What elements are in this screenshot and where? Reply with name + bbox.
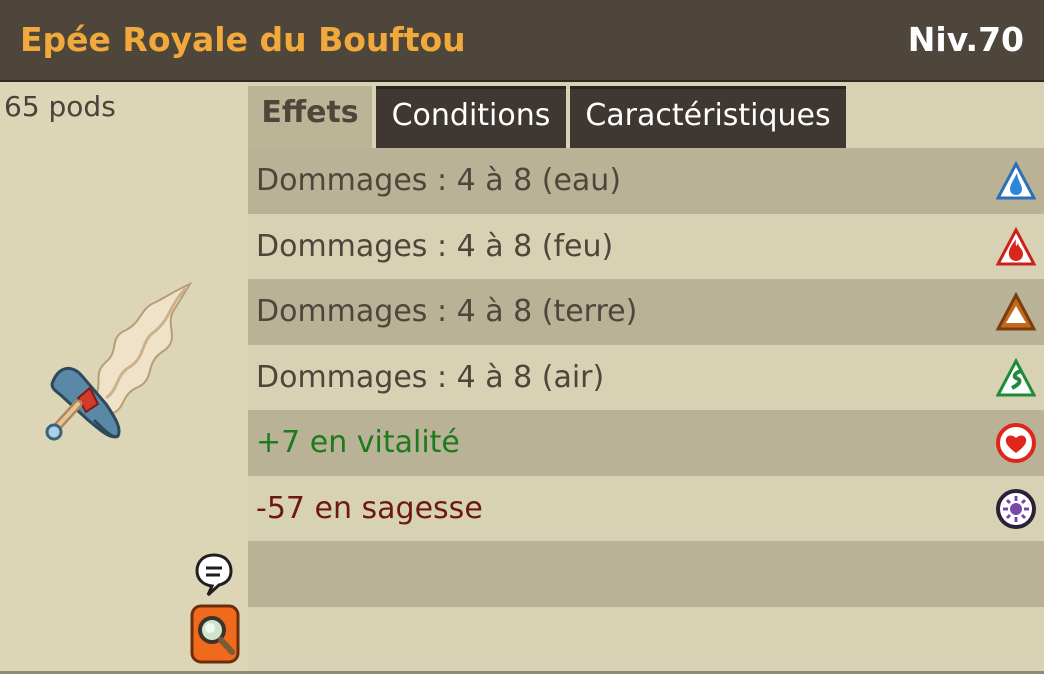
sword-icon bbox=[45, 281, 193, 441]
effect-row-empty bbox=[248, 606, 1044, 672]
effect-row-wisdom: -57 en sagesse bbox=[248, 475, 1044, 541]
item-details-panel: Effets Conditions Caractéristiques Domma… bbox=[248, 82, 1044, 674]
effect-text: Dommages : 4 à 8 (eau) bbox=[256, 163, 622, 198]
effect-row-fire: Dommages : 4 à 8 (feu) bbox=[248, 213, 1044, 279]
tab-effets[interactable]: Effets bbox=[248, 86, 372, 148]
effect-text: Dommages : 4 à 8 (terre) bbox=[256, 294, 638, 329]
item-title: Epée Royale du Bouftou bbox=[20, 20, 466, 59]
fire-icon bbox=[996, 226, 1036, 265]
search-button[interactable] bbox=[190, 604, 240, 664]
wisdom-icon bbox=[996, 488, 1036, 529]
tab-caracteristiques[interactable]: Caractéristiques bbox=[570, 86, 846, 148]
vitality-heart-icon bbox=[996, 423, 1036, 463]
item-level: Niv.70 bbox=[907, 20, 1024, 59]
water-icon bbox=[996, 161, 1036, 200]
effects-list: Dommages : 4 à 8 (eau) Dommages : 4 à 8 … bbox=[248, 148, 1044, 672]
effect-row-vitality: +7 en vitalité bbox=[248, 410, 1044, 476]
effect-row-earth: Dommages : 4 à 8 (terre) bbox=[248, 279, 1044, 345]
effect-text: -57 en sagesse bbox=[256, 490, 483, 526]
tab-conditions[interactable]: Conditions bbox=[376, 86, 566, 148]
earth-icon bbox=[996, 292, 1036, 331]
item-header: Epée Royale du Bouftou Niv.70 bbox=[0, 0, 1044, 82]
details-tabs: Effets Conditions Caractéristiques bbox=[248, 86, 1044, 148]
effect-row-empty bbox=[248, 541, 1044, 607]
effect-text: +7 en vitalité bbox=[256, 425, 460, 460]
item-weight: 65 pods bbox=[4, 90, 116, 123]
effect-text: Dommages : 4 à 8 (feu) bbox=[256, 228, 614, 264]
effect-text: Dommages : 4 à 8 (air) bbox=[256, 359, 605, 395]
effect-row-water: Dommages : 4 à 8 (eau) bbox=[248, 148, 1044, 214]
effect-row-air: Dommages : 4 à 8 (air) bbox=[248, 344, 1044, 410]
chat-bubble-icon[interactable] bbox=[194, 552, 234, 598]
air-icon bbox=[996, 357, 1036, 396]
item-preview-panel: 65 pods bbox=[0, 82, 248, 674]
